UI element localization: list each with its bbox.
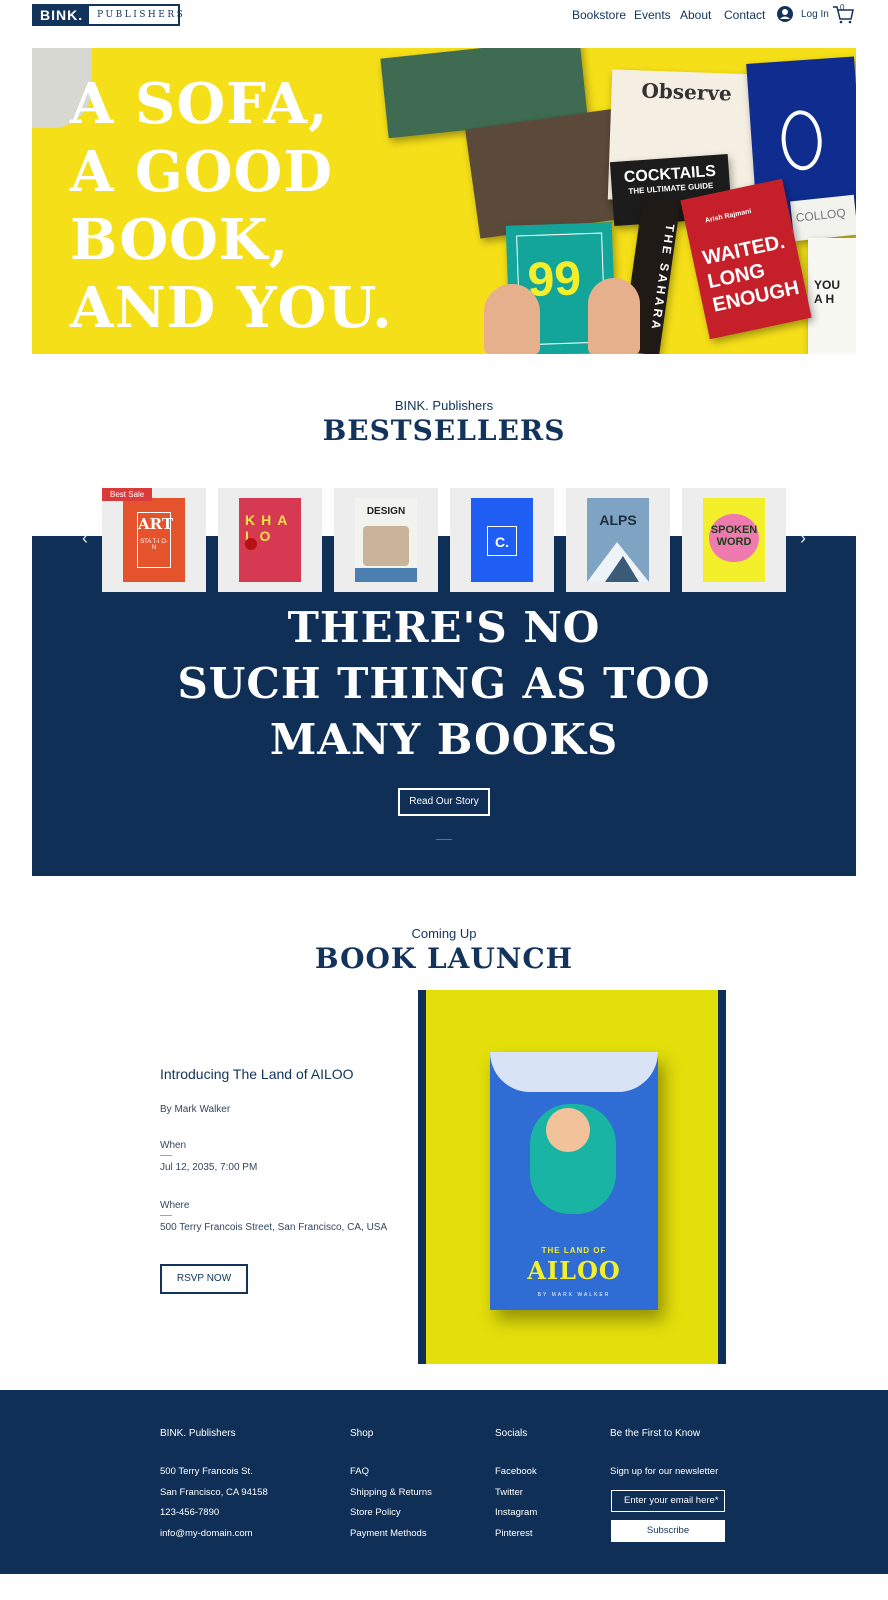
- carousel-next-icon[interactable]: ›: [800, 528, 806, 549]
- footer-link-facebook[interactable]: Facebook: [495, 1462, 537, 1483]
- footer-phone[interactable]: 123-456-7890: [160, 1503, 268, 1524]
- left-hand: [484, 284, 540, 354]
- footer-shop-list: FAQ Shipping & Returns Store Policy Paym…: [350, 1462, 432, 1544]
- you-title: YOU A H: [814, 278, 841, 306]
- waited-title: WAITED. LONG ENOUGH: [700, 230, 802, 317]
- colloq-book: COLLOQ: [790, 194, 856, 242]
- footer-socials-list: Facebook Twitter Instagram Pinterest: [495, 1462, 537, 1544]
- footer-link-shipping[interactable]: Shipping & Returns: [350, 1483, 432, 1504]
- footer-contact-list: 500 Terry Francois St. San Francisco, CA…: [160, 1462, 268, 1544]
- newsletter-text: Sign up for our newsletter: [610, 1466, 719, 1477]
- footer-address-line: San Francisco, CA 94158: [160, 1486, 268, 1498]
- you-book: YOU A H: [808, 238, 856, 354]
- book-title: ALPS: [599, 512, 637, 528]
- footer-col4-heading: Be the First to Know: [610, 1428, 701, 1439]
- footer-email[interactable]: info@my-domain.com: [160, 1524, 268, 1545]
- cover-author: BY MARK WALKER: [537, 1292, 611, 1298]
- quote-line: MANY BOOKS: [269, 715, 619, 764]
- footer-col2-heading: Shop: [350, 1428, 374, 1439]
- quote-line: THERE'S NO: [287, 603, 601, 652]
- hero-title: A SOFA, A GOOD BOOK, AND YOU.: [70, 70, 393, 342]
- observe-title: Observe: [641, 78, 733, 106]
- banner-divider: [436, 839, 452, 840]
- when-label: When: [160, 1140, 187, 1151]
- login-link[interactable]: Log In: [801, 9, 829, 20]
- launch-image-frame: THE LAND OF AILOO BY MARK WALKER: [418, 990, 726, 1364]
- read-our-story-button[interactable]: Read Our Story: [398, 788, 490, 816]
- banner-quote: THERE'S NO SUCH THING AS TOO MANY BOOKS: [32, 600, 856, 768]
- nav-contact[interactable]: Contact: [724, 8, 765, 22]
- subscribe-button[interactable]: Subscribe: [611, 1520, 725, 1542]
- carousel-prev-icon[interactable]: ‹: [82, 528, 88, 549]
- book-tile[interactable]: SPOKEN WORD: [682, 488, 786, 592]
- rsvp-button[interactable]: RSVP NOW: [160, 1264, 248, 1294]
- cover-title: AILOO: [527, 1256, 621, 1285]
- hero-title-line: BOOK,: [70, 207, 290, 273]
- nav-bookstore[interactable]: Bookstore: [572, 8, 626, 22]
- cover-small-title: THE LAND OF: [541, 1246, 607, 1255]
- book-subtitle: STA T-I O-N: [140, 539, 168, 551]
- book-cover: ART STA T-I O-N: [123, 498, 185, 582]
- launch-title: BOOK LAUNCH: [314, 942, 574, 975]
- book-cover: SPOKEN WORD: [703, 498, 765, 582]
- book-tile[interactable]: DESIGN: [334, 488, 438, 592]
- where-divider: [160, 1215, 172, 1216]
- book-title: C.: [487, 526, 517, 556]
- book-title: ART: [138, 515, 174, 533]
- footer-link-pinterest[interactable]: Pinterest: [495, 1524, 537, 1545]
- hero-banner: A SOFA, A GOOD BOOK, AND YOU. Observe CO…: [32, 48, 856, 354]
- launch-subtitle: Coming Up: [411, 926, 477, 941]
- event-author: By Mark Walker: [160, 1104, 231, 1115]
- when-value: Jul 12, 2035, 7:00 PM: [160, 1162, 258, 1173]
- nav-about[interactable]: About: [680, 8, 711, 22]
- sahara-title: THE SAHARA: [648, 222, 678, 333]
- book-cover: ALPS: [587, 498, 649, 582]
- logo-light-text: PUBLISHERS: [97, 10, 186, 20]
- footer-link-store-policy[interactable]: Store Policy: [350, 1503, 432, 1524]
- newsletter-email-input[interactable]: Enter your email here*: [611, 1490, 725, 1512]
- colloq-title: COLLOQ: [795, 205, 847, 225]
- footer-col3-heading: Socials: [495, 1428, 528, 1439]
- nav-events[interactable]: Events: [634, 8, 671, 22]
- book-tile[interactable]: C.: [450, 488, 554, 592]
- book-tile[interactable]: ART STA T-I O-N Best Sale: [102, 488, 206, 592]
- user-avatar-icon[interactable]: [777, 6, 793, 22]
- hero-title-line: A GOOD: [70, 139, 333, 205]
- book-title: SPOKEN WORD: [710, 524, 758, 548]
- best-sale-badge: Best Sale: [102, 488, 153, 501]
- book-title: DESIGN: [366, 506, 406, 517]
- ailoo-book-cover[interactable]: THE LAND OF AILOO BY MARK WALKER: [490, 1052, 658, 1310]
- where-label: Where: [160, 1200, 190, 1211]
- hero-title-line: A SOFA,: [70, 71, 329, 137]
- right-hand: [588, 278, 640, 354]
- cover-face: [546, 1108, 590, 1152]
- bestsellers-title: BESTSELLERS: [322, 414, 566, 447]
- cart-count: 0: [840, 3, 845, 12]
- quote-line: SUCH THING AS TOO: [177, 659, 711, 708]
- footer-col1-heading: BINK. Publishers: [160, 1428, 236, 1439]
- bestsellers-subtitle: BINK. Publishers: [394, 398, 494, 413]
- book-cover: C.: [471, 498, 533, 582]
- book-tile[interactable]: ALPS: [566, 488, 670, 592]
- event-title[interactable]: Introducing The Land of AILOO: [160, 1066, 354, 1082]
- where-value: 500 Terry Francois Street, San Francisco…: [160, 1222, 388, 1233]
- book-cover: DESIGN: [355, 498, 417, 582]
- footer-address-line: 500 Terry Francois St.: [160, 1466, 253, 1477]
- logo-bold-text: BINK.: [34, 6, 90, 24]
- footer-link-twitter[interactable]: Twitter: [495, 1483, 537, 1504]
- waited-author: Arish Rajmani: [704, 207, 753, 225]
- site-footer: BINK. Publishers 500 Terry Francois St. …: [0, 1390, 888, 1574]
- book-tile[interactable]: KHALO: [218, 488, 322, 592]
- footer-link-payment[interactable]: Payment Methods: [350, 1524, 432, 1545]
- footer-link-faq[interactable]: FAQ: [350, 1462, 432, 1483]
- when-divider: [160, 1155, 172, 1156]
- hero-title-line: AND YOU.: [70, 275, 393, 341]
- footer-link-instagram[interactable]: Instagram: [495, 1503, 537, 1524]
- book-cover: KHALO: [239, 498, 301, 582]
- site-logo[interactable]: BINK. PUBLISHERS: [32, 4, 183, 26]
- cover-clouds: [490, 1052, 658, 1092]
